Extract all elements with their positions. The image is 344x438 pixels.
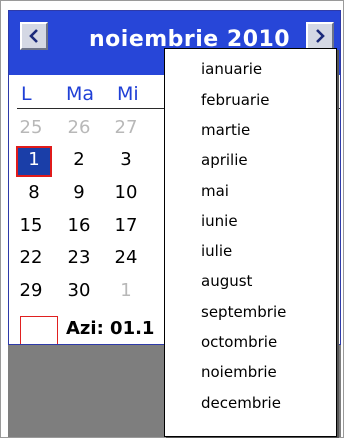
day-cell[interactable]: 29 [16,280,46,301]
day-cell[interactable]: 30 [64,280,94,301]
weekday-label: Ma [66,83,95,105]
today-marker [20,316,58,344]
prev-month-button[interactable] [20,22,48,50]
month-menu-item[interactable]: aprilie [201,151,248,169]
weekday-label: L [21,83,32,105]
month-menu-item[interactable]: ianuarie [201,60,262,78]
chevron-right-icon [316,29,325,43]
month-menu-item[interactable]: septembrie [201,303,286,321]
day-cell[interactable]: 26 [64,117,94,138]
next-month-button[interactable] [306,22,334,50]
month-menu-item[interactable]: februarie [201,91,269,109]
month-menu-item[interactable]: august [201,272,252,290]
day-cell[interactable]: 17 [111,215,141,236]
day-cell[interactable]: 25 [16,117,46,138]
day-cell[interactable]: 10 [111,182,141,203]
day-cell[interactable]: 3 [111,149,141,170]
day-cell[interactable]: 2 [64,149,94,170]
month-menu-item[interactable]: mai [201,182,229,200]
day-cell[interactable]: 15 [16,215,46,236]
day-cell[interactable]: 23 [64,247,94,268]
month-menu-item[interactable]: martie [201,121,250,139]
day-cell[interactable]: 16 [64,215,94,236]
month-menu-item[interactable]: iulie [201,242,232,260]
chevron-left-icon [29,29,38,43]
day-cell-selected[interactable]: 1 [19,149,49,170]
day-cell[interactable]: 24 [111,247,141,268]
day-cell[interactable]: 8 [19,182,49,203]
today-link[interactable]: Azi: 01.1 [66,318,154,339]
day-cell[interactable]: 27 [111,117,141,138]
month-menu-item[interactable]: octombrie [201,333,277,351]
month-menu-item[interactable]: noiembrie [201,363,277,381]
day-cell[interactable]: 9 [64,182,94,203]
day-cell[interactable]: 22 [16,247,46,268]
month-dropdown-menu: ianuarie februarie martie aprilie mai iu… [164,48,337,437]
month-menu-item[interactable]: iunie [201,212,238,230]
month-menu-item[interactable]: decembrie [201,394,281,412]
weekday-label: Mi [117,83,139,105]
day-cell[interactable]: 1 [111,280,141,301]
